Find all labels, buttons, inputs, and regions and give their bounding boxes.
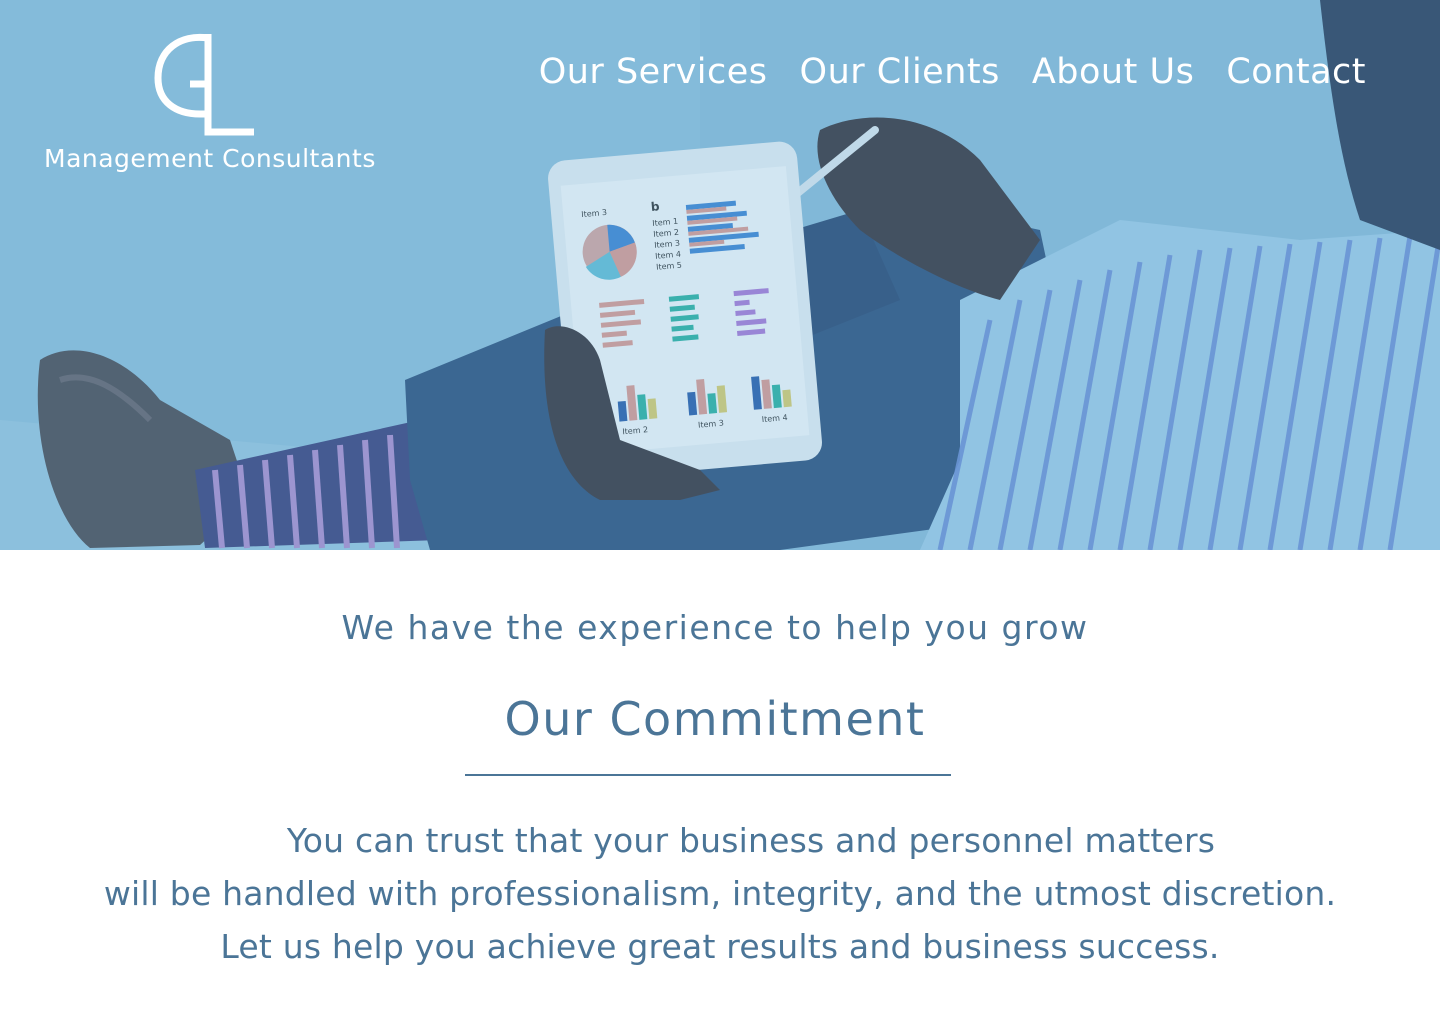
brand-tagline: Management Consultants (44, 144, 376, 173)
commitment-line-1: You can trust that your business and per… (286, 821, 1216, 860)
heading-divider (465, 774, 951, 776)
nav-about-us[interactable]: About Us (1032, 52, 1194, 92)
hero-banner: Item 3 b Item 1 Item 2 Item 3 Item 4 Ite… (0, 0, 1440, 550)
commitment-text: You can trust that your business and per… (0, 814, 1440, 973)
commitment-line-2: will be handled with professionalism, in… (103, 874, 1337, 913)
nav-our-clients[interactable]: Our Clients (800, 52, 1000, 92)
main-nav: Our Services Our Clients About Us Contac… (539, 52, 1366, 92)
nav-our-services[interactable]: Our Services (539, 52, 768, 92)
nav-contact[interactable]: Contact (1226, 52, 1366, 92)
brand-logo[interactable]: Management Consultants (40, 28, 380, 178)
commitment-line-3: Let us help you achieve great results an… (220, 927, 1220, 966)
lead-text: We have the experience to help you grow (341, 608, 1089, 647)
page-heading: Our Commitment (504, 692, 926, 746)
gl-logo-icon (154, 33, 254, 136)
main-content: We have the experience to help you grow … (0, 550, 1440, 1024)
